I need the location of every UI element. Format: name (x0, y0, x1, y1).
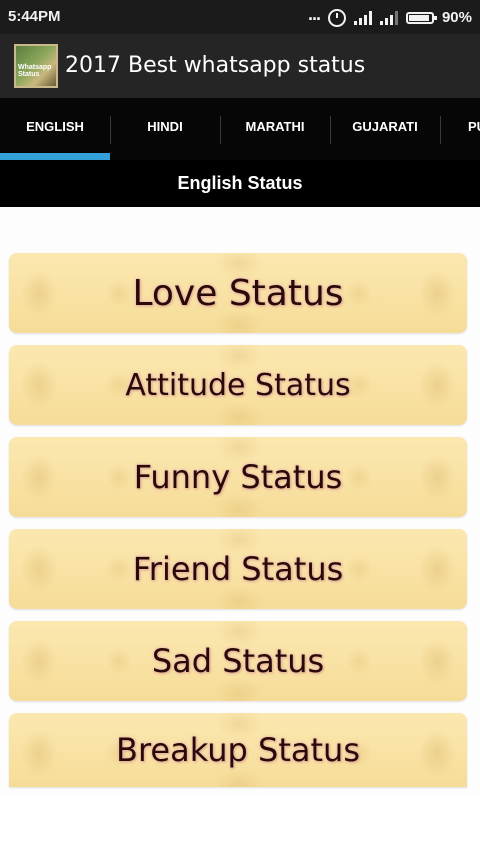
category-label: Funny Status (133, 458, 343, 496)
category-card-breakup[interactable]: Breakup Status (9, 713, 467, 787)
tab-english[interactable]: ENGLISH (0, 98, 110, 160)
battery-percentage: 90% (441, 9, 472, 26)
app-icon-text: Whatsapp Status (18, 64, 52, 78)
section-header: English Status (0, 160, 480, 207)
category-label: Attitude Status (125, 367, 351, 403)
tab-marathi[interactable]: MARATHI (220, 98, 330, 160)
status-category-list: Love Status Attitude Status Funny Status… (0, 207, 480, 797)
category-card-love[interactable]: Love Status (9, 253, 467, 333)
category-card-funny[interactable]: Funny Status (9, 437, 467, 517)
alarm-icon (327, 8, 346, 27)
battery-icon (405, 11, 437, 24)
tab-gujarati[interactable]: GUJARATI (330, 98, 440, 160)
signal-icon (353, 10, 372, 25)
more-notifications-icon: ... (307, 4, 321, 24)
category-label: Friend Status (132, 550, 344, 588)
category-card-friend[interactable]: Friend Status (9, 529, 467, 609)
tab-punjabi[interactable]: PU (440, 98, 480, 160)
status-bar: 5:44PM ... 90% (0, 0, 480, 34)
category-label: Breakup Status (116, 731, 360, 769)
signal-icon (379, 10, 398, 25)
selected-tab-indicator (0, 153, 110, 160)
category-card-sad[interactable]: Sad Status (9, 621, 467, 701)
app-icon[interactable]: Whatsapp Status (14, 44, 58, 88)
status-time: 5:44PM (8, 8, 61, 25)
category-card-attitude[interactable]: Attitude Status (9, 345, 467, 425)
status-icons: ... 90% (307, 4, 472, 28)
language-tab-bar: ENGLISH HINDI MARATHI GUJARATI PU (0, 98, 480, 160)
category-label: Love Status (132, 272, 344, 314)
tab-hindi[interactable]: HINDI (110, 98, 220, 160)
app-title: 2017 Best whatsapp status (65, 53, 366, 78)
action-bar: Whatsapp Status 2017 Best whatsapp statu… (0, 34, 480, 98)
category-label: Sad Status (151, 642, 325, 680)
